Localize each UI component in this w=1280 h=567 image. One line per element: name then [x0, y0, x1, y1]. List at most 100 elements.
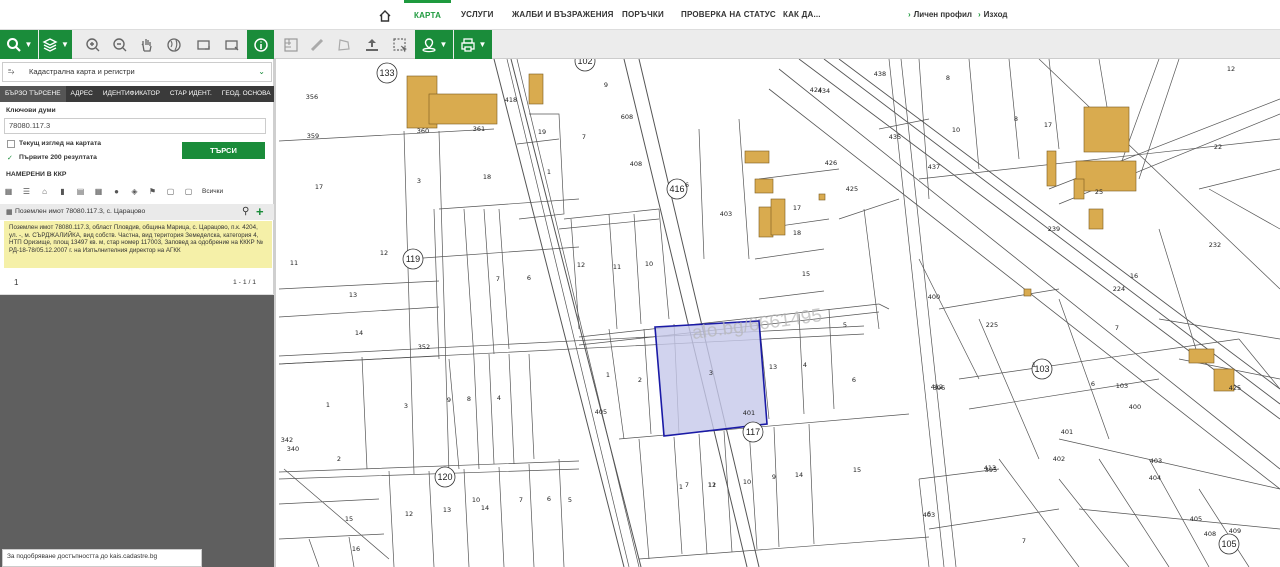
draw-polygon-button[interactable] [332, 30, 356, 59]
parcel-label: 403 [720, 210, 732, 218]
page-number[interactable]: 1 [14, 278, 18, 287]
window-back-icon [197, 39, 210, 50]
parcel-label: 13 [443, 506, 451, 514]
grid-icon[interactable]: ▦ [94, 187, 103, 196]
current-view-checkbox[interactable] [7, 140, 15, 148]
parcel-label: 426 [825, 159, 837, 167]
parcel-label: 13 [769, 363, 777, 371]
parcel-label: 4 [497, 394, 501, 402]
upload-button[interactable] [359, 30, 385, 59]
parcel-label: 15 [345, 515, 353, 523]
export-icon[interactable]: ▤ [76, 187, 85, 196]
parcel-label: 2 [337, 455, 341, 463]
result-header[interactable]: ▦ Поземлен имот 78080.117.3, с. Царацово… [0, 204, 274, 220]
search-tool-button[interactable]: ▼ [0, 30, 38, 59]
zoom-to-icon[interactable]: ⚲ [242, 206, 249, 217]
previous-extent-button[interactable] [191, 30, 217, 59]
map-canvas[interactable]: 133102416119103120117105 alo.bg/6661495 … [279, 59, 1280, 567]
flag-icon[interactable]: ⚑ [148, 187, 157, 196]
info-tool-button[interactable] [247, 30, 274, 59]
tab-map[interactable]: КАРТА [404, 0, 452, 30]
tab-identifier[interactable]: ИДЕНТИФИКАТОР [98, 86, 165, 102]
measure-distance-button[interactable] [305, 30, 329, 59]
home-icon[interactable]: ⌂ [40, 187, 49, 196]
building [1046, 150, 1057, 187]
tab-complaints[interactable]: ЖАЛБИ И ВЪЗРАЖЕНИЯ [512, 0, 614, 30]
parcel-label: 356 [306, 93, 318, 101]
parcel-label: 403 [1150, 457, 1162, 465]
layer-select[interactable]: ⥱ Кадастрална карта и регистри ⌄ [2, 62, 272, 82]
building [1023, 288, 1032, 297]
trash-icon[interactable]: ▮ [58, 187, 67, 196]
tab-old-identifier[interactable]: СТАР ИДЕНТ. [165, 86, 217, 102]
square-outline-icon[interactable]: ▢ [184, 187, 193, 196]
parcel-label: 16 [352, 545, 360, 553]
block-label: 119 [406, 254, 420, 264]
parcel-label: 4 [803, 361, 807, 369]
parcel-label: 16 [1130, 272, 1138, 280]
logout-link[interactable]: › Изход [978, 0, 1008, 30]
cadastre-app: КАРТА УСЛУГИ ЖАЛБИ И ВЪЗРАЖЕНИЯ ПОРЪЧКИ … [0, 0, 1280, 567]
tab-geodetic-base[interactable]: ГЕОД. ОСНОВА [217, 86, 276, 102]
block-label: 102 [577, 59, 592, 66]
add-icon[interactable]: + [256, 204, 264, 219]
list-icon[interactable]: ☰ [22, 187, 31, 196]
tab-services[interactable]: УСЛУГИ [461, 0, 494, 30]
parcel-label: 11 [613, 263, 621, 271]
print-tool-button[interactable]: ▼ [454, 30, 492, 59]
result-title: Поземлен имот 78080.117.3, с. Царацово [15, 208, 146, 215]
building [1088, 208, 1104, 230]
tab-status-check[interactable]: ПРОВЕРКА НА СТАТУС [681, 0, 776, 30]
layers-tool-button[interactable]: ▼ [39, 30, 72, 59]
parcel-label: 435 [889, 133, 901, 141]
accessibility-note[interactable]: За подобряване достъпността до kais.cada… [2, 549, 202, 567]
polygon-icon [338, 38, 350, 51]
parcel-label: 608 [621, 113, 633, 121]
keywords-input[interactable]: 78080.117.3 [4, 118, 266, 134]
tab-how-to[interactable]: КАК ДА... [783, 0, 821, 30]
parcel-label: 11 [290, 259, 298, 267]
table-icon[interactable]: ▦ [4, 187, 13, 196]
measure-area-button[interactable] [279, 30, 303, 59]
parcel-label: 103 [1116, 382, 1128, 390]
hand-icon [141, 38, 152, 52]
select-area-button[interactable] [387, 30, 413, 59]
parcel-label: 10 [645, 260, 653, 268]
pin-icon[interactable]: ● [112, 187, 121, 196]
block-label: 133 [379, 68, 394, 78]
building [428, 93, 498, 125]
zoom-in-button[interactable] [80, 30, 106, 59]
location-tool-button[interactable]: ▼ [415, 30, 453, 59]
parcel-label: 405 [1190, 515, 1202, 523]
full-extent-button[interactable] [161, 30, 187, 59]
checkmark-icon[interactable]: ✓ [7, 154, 13, 162]
building [1075, 160, 1137, 192]
parcel-label: 8 [467, 395, 471, 403]
cadastral-map[interactable]: 133 102 416 119 103 120 117 105 alo.bg/6661495 … [279, 59, 1280, 567]
top-navigation: КАРТА УСЛУГИ ЖАЛБИ И ВЪЗРАЖЕНИЯ ПОРЪЧКИ … [0, 0, 1280, 30]
tab-quick-search[interactable]: БЪРЗО ТЪРСЕНЕ [0, 86, 66, 102]
search-button[interactable]: ТЪРСИ [182, 142, 265, 159]
profile-link[interactable]: › Личен профил [908, 0, 972, 30]
zoom-out-button[interactable] [107, 30, 133, 59]
square-icon[interactable]: ▢ [166, 187, 175, 196]
pan-button[interactable] [134, 30, 160, 59]
tab-orders[interactable]: ПОРЪЧКИ [622, 0, 664, 30]
tab-address[interactable]: АДРЕС [66, 86, 98, 102]
parcel-label: 408 [1204, 530, 1216, 538]
parcel-label: 340 [287, 445, 299, 453]
parcel-label: 7 [1022, 537, 1026, 545]
building [744, 150, 770, 164]
layers-icon[interactable]: ◈ [130, 187, 139, 196]
next-extent-button[interactable] [219, 30, 245, 59]
parcel-label: 14 [795, 471, 803, 479]
parcel-label: 9 [604, 81, 608, 89]
home-icon[interactable] [372, 6, 398, 26]
all-label[interactable]: Всички [202, 188, 223, 195]
chevron-right-icon: › [908, 10, 911, 19]
layer-select-value: Кадастрална карта и регистри [29, 67, 135, 76]
chevron-down-icon: ▼ [24, 40, 33, 49]
parcel-label: 6 [547, 495, 551, 503]
block-label: 117 [746, 427, 760, 437]
parcel-label: 2 [638, 376, 642, 384]
